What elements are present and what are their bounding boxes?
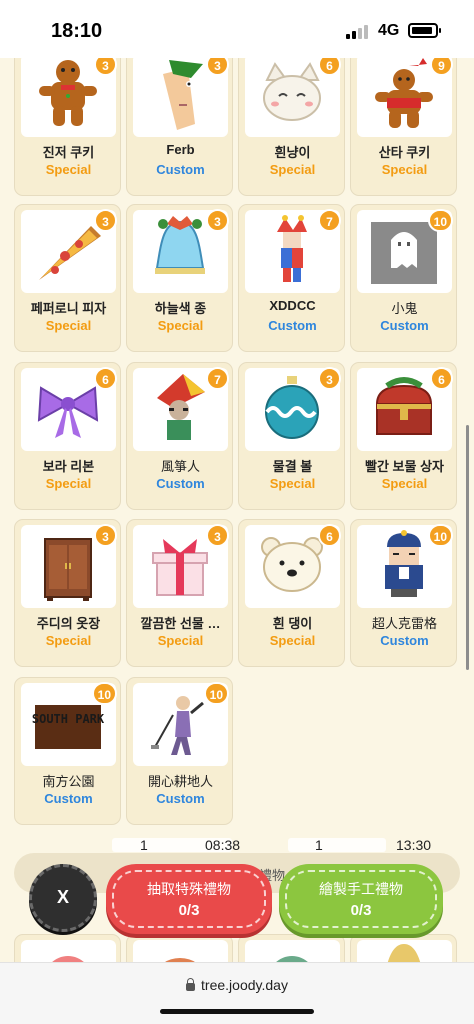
south-park-text: SOUTH PARK	[32, 712, 105, 726]
gift-type: Special	[381, 476, 428, 491]
url-text: tree.joody.day	[201, 977, 288, 993]
gift-card[interactable]: 10 小鬼 Custom	[350, 204, 457, 352]
count-badge: 3	[206, 209, 229, 232]
count-badge: 10	[91, 682, 117, 705]
gift-type: Custom	[44, 791, 93, 806]
craft-progress: 0/3	[350, 902, 372, 919]
gift-card[interactable]: 6 흰냥이 Special	[238, 48, 345, 196]
gift-type: Special	[157, 633, 204, 648]
count-badge: 10	[427, 209, 453, 232]
gift-name: 흰 댕이	[272, 616, 313, 631]
count-badge: 3	[206, 524, 229, 547]
gift-type: Custom	[380, 318, 429, 333]
right-time: 13:30	[396, 837, 432, 853]
gift-card[interactable]: 7 XDDCC Custom	[238, 204, 345, 352]
gift-name: 물결 볼	[272, 459, 313, 474]
gift-type: Custom	[156, 791, 205, 806]
draw-progress: 0/3	[178, 902, 200, 919]
gift-name: 하늘색 종	[154, 301, 207, 316]
gift-card-peek[interactable]	[238, 934, 345, 964]
gift-name: 깔끔한 선물 …	[140, 616, 221, 631]
gift-card[interactable]: 3 주디의 옷장 Special	[14, 519, 121, 667]
craft-gift-button[interactable]: 繪製手工禮物 0/3	[279, 864, 443, 934]
gift-card[interactable]: 3 Ferb Custom	[126, 48, 233, 196]
gift-card-peek[interactable]	[126, 934, 233, 964]
gift-card[interactable]: 3 진저 쿠키 Special	[14, 48, 121, 196]
gift-type: Special	[381, 162, 428, 177]
gift-name: 小鬼	[391, 301, 418, 316]
browser-bar: tree.joody.day	[0, 962, 474, 1024]
draw-label: 抽取特殊禮物	[147, 881, 231, 897]
gift-type: Custom	[268, 318, 317, 333]
gift-name: 風箏人	[160, 459, 200, 474]
scrollbar[interactable]	[466, 425, 469, 670]
battery-icon	[408, 23, 441, 38]
gift-type: Special	[45, 633, 92, 648]
gift-card[interactable]: 6 흰 댕이 Special	[238, 519, 345, 667]
gift-type: Special	[157, 318, 204, 333]
close-button[interactable]: X	[29, 864, 97, 932]
gift-card[interactable]: 10 開心耕地人 Custom	[126, 677, 233, 825]
gift-type: Custom	[380, 633, 429, 648]
count-badge: 6	[94, 367, 117, 390]
gift-name: 超人克雷格	[371, 616, 437, 631]
count-badge: 3	[94, 524, 117, 547]
gift-card[interactable]: 3 하늘색 종 Special	[126, 204, 233, 352]
gift-card[interactable]: 3 물결 볼 Special	[238, 362, 345, 510]
gift-type: Special	[45, 318, 92, 333]
gift-card[interactable]: 9 산타 쿠키 Special	[350, 48, 457, 196]
left-count: 1	[140, 837, 148, 853]
gift-name: 빨간 보물 상자	[365, 459, 444, 474]
gift-card[interactable]: 3 페퍼로니 피자 Special	[14, 204, 121, 352]
home-indicator[interactable]	[160, 1009, 314, 1014]
gift-name: 진저 쿠키	[42, 145, 95, 160]
gift-card[interactable]: 6 빨간 보물 상자 Special	[350, 362, 457, 510]
craft-label: 繪製手工禮物	[319, 881, 403, 897]
gift-card[interactable]: SOUTH PARK 10 南方公園 Custom	[14, 677, 121, 825]
gift-type: Special	[269, 162, 316, 177]
gift-type: Special	[269, 476, 316, 491]
gift-name: 산타 쿠키	[378, 145, 431, 160]
signal-icon	[346, 25, 374, 39]
gift-type: Special	[269, 633, 316, 648]
gift-name: 페퍼로니 피자	[30, 301, 107, 316]
count-badge: 10	[203, 682, 229, 705]
lock-icon	[186, 978, 196, 991]
gift-card[interactable]: 10 超人克雷格 Custom	[350, 519, 457, 667]
status-bar: 18:10 4G	[0, 0, 474, 58]
gift-type: Special	[45, 162, 92, 177]
gift-name: 보라 리본	[42, 459, 95, 474]
gift-card-peek[interactable]	[14, 934, 121, 964]
right-count: 1	[315, 837, 323, 853]
gift-type: Custom	[156, 476, 205, 491]
gift-card[interactable]: 3 깔끔한 선물 … Special	[126, 519, 233, 667]
count-badge: 6	[430, 367, 453, 390]
draw-special-gift-button[interactable]: 抽取特殊禮物 0/3	[106, 864, 272, 934]
gift-name: XDDCC	[269, 298, 316, 313]
gift-name: 주디의 옷장	[36, 616, 101, 631]
left-time: 08:38	[205, 837, 241, 853]
count-badge: 6	[318, 524, 341, 547]
gift-name: 南方公園	[42, 774, 95, 789]
count-badge: 7	[206, 367, 229, 390]
count-badge: 3	[94, 209, 117, 232]
gift-name: 開心耕地人	[147, 774, 213, 789]
count-badge: 10	[427, 524, 453, 547]
clock: 18:10	[51, 20, 103, 42]
network-label: 4G	[378, 22, 400, 39]
gift-card-peek[interactable]	[350, 934, 457, 964]
address-bar[interactable]: tree.joody.day	[0, 977, 474, 993]
count-badge: 3	[318, 367, 341, 390]
gift-card[interactable]: 7 風箏人 Custom	[126, 362, 233, 510]
gift-type: Special	[45, 476, 92, 491]
gift-card[interactable]: 6 보라 리본 Special	[14, 362, 121, 510]
gift-name: Ferb	[166, 142, 195, 157]
count-badge: 7	[318, 209, 341, 232]
gift-type: Custom	[156, 162, 205, 177]
gift-name: 흰냥이	[274, 145, 311, 160]
